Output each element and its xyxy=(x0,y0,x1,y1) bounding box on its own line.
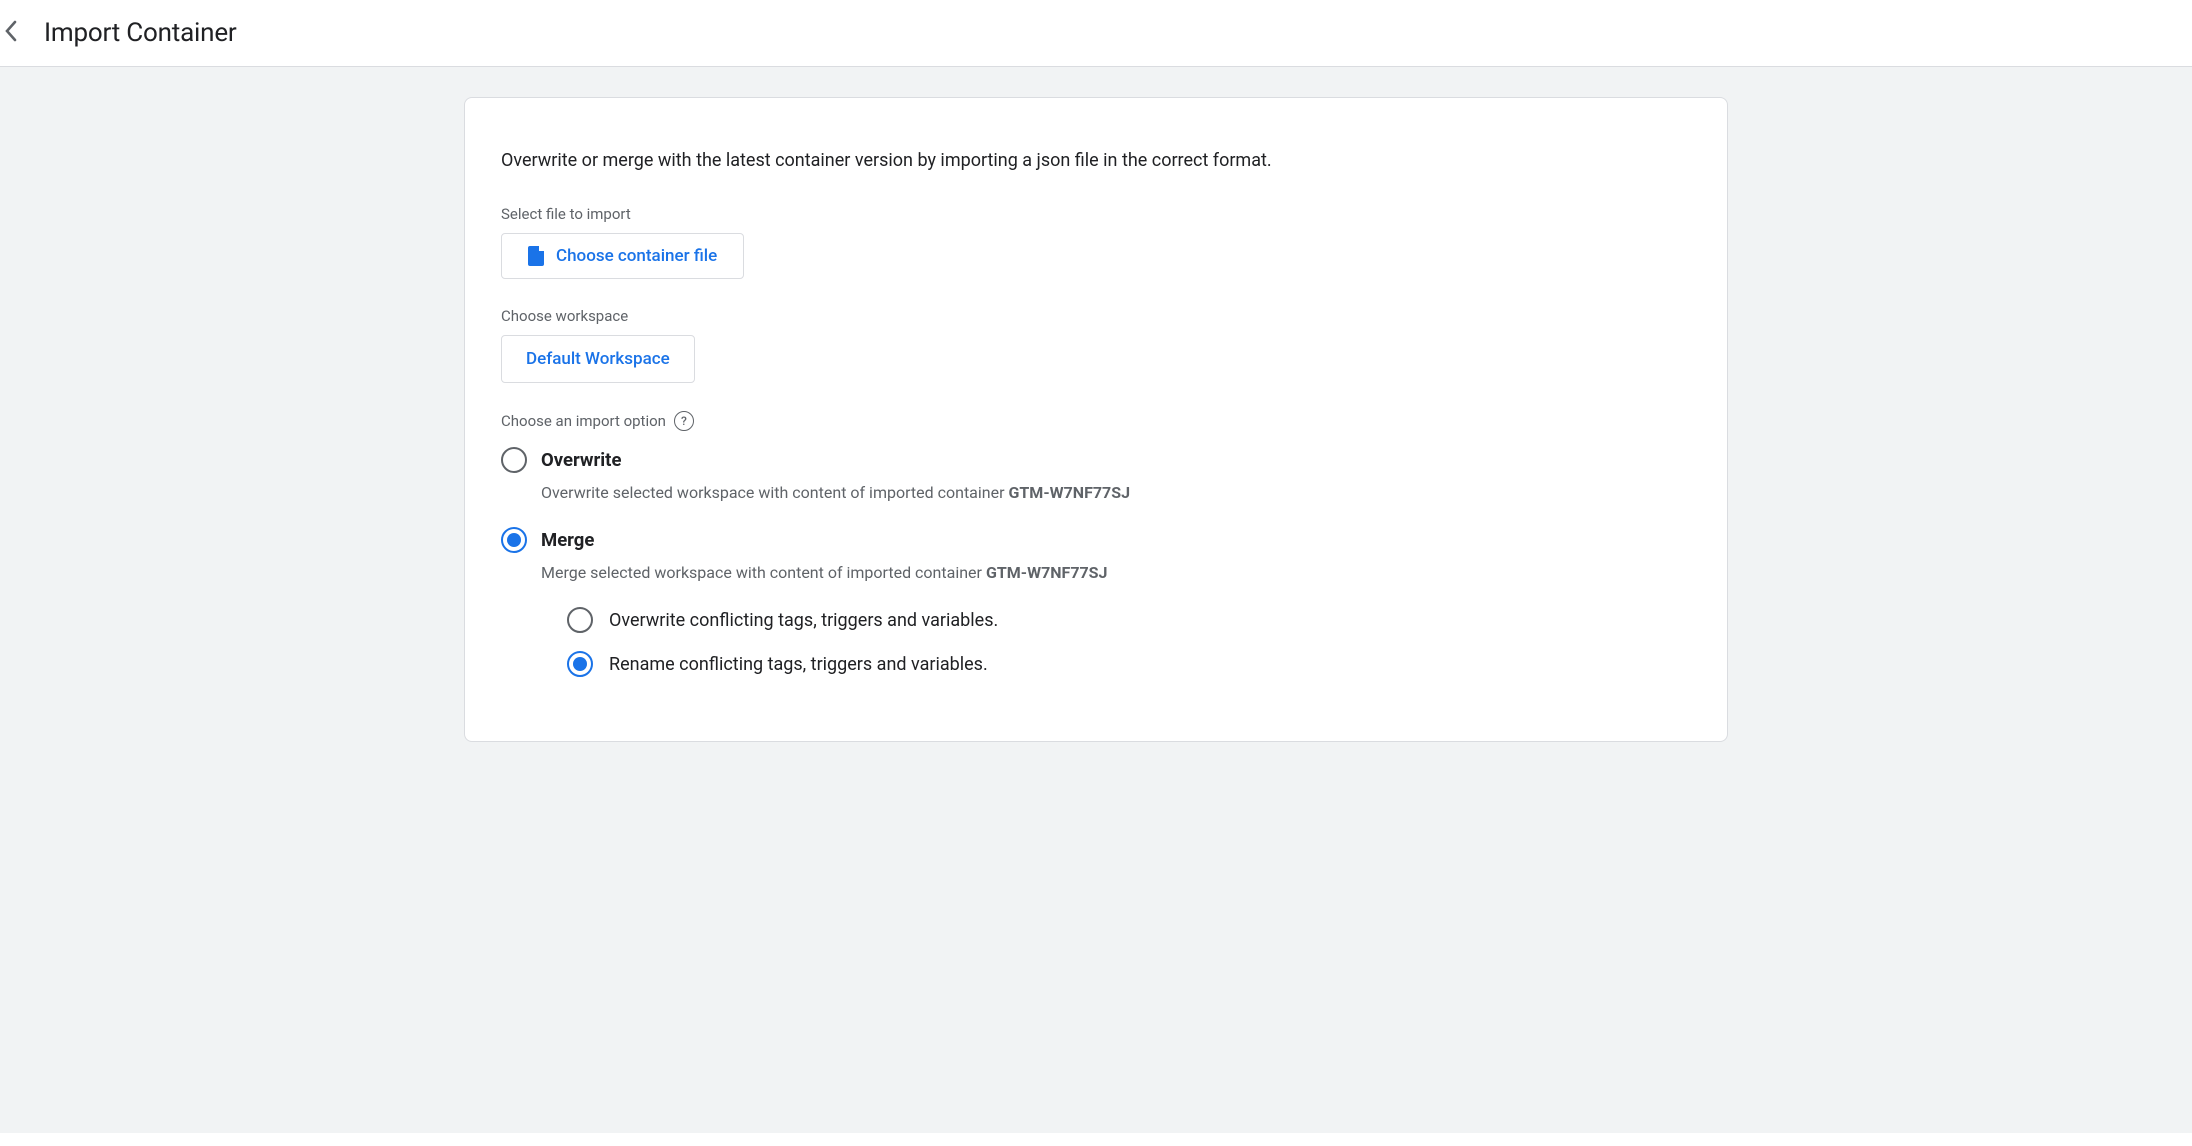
import-option-radio-group: Overwrite Overwrite selected workspace w… xyxy=(501,447,1691,677)
choose-file-label: Choose container file xyxy=(556,246,717,266)
choose-container-file-button[interactable]: Choose container file xyxy=(501,233,744,279)
radio-rename-conflicts-label: Rename conflicting tags, triggers and va… xyxy=(609,654,988,675)
close-icon[interactable] xyxy=(4,20,18,46)
page-title: Import Container xyxy=(44,18,237,48)
workspace-label: Default Workspace xyxy=(526,349,670,369)
select-file-label: Select file to import xyxy=(501,205,1691,223)
choose-workspace-label: Choose workspace xyxy=(501,307,1691,325)
import-option-label-text: Choose an import option xyxy=(501,412,666,430)
intro-text: Overwrite or merge with the latest conta… xyxy=(501,148,1691,173)
radio-overwrite[interactable]: Overwrite xyxy=(501,447,1691,473)
radio-overwrite-conflicts-control[interactable] xyxy=(567,607,593,633)
radio-overwrite-conflicts-label: Overwrite conflicting tags, triggers and… xyxy=(609,610,998,631)
radio-rename-conflicts-control[interactable] xyxy=(567,651,593,677)
help-icon[interactable]: ? xyxy=(674,411,694,431)
radio-rename-conflicts[interactable]: Rename conflicting tags, triggers and va… xyxy=(567,651,1691,677)
merge-sub-options: Overwrite conflicting tags, triggers and… xyxy=(567,607,1691,677)
workspace-select-button[interactable]: Default Workspace xyxy=(501,335,695,383)
radio-merge-control[interactable] xyxy=(501,527,527,553)
radio-overwrite-description: Overwrite selected workspace with conten… xyxy=(541,481,1691,505)
radio-merge-label: Merge xyxy=(541,527,594,553)
import-option-label: Choose an import option ? xyxy=(501,411,1691,431)
radio-overwrite-control[interactable] xyxy=(501,447,527,473)
radio-merge-description: Merge selected workspace with content of… xyxy=(541,561,1691,585)
header-bar: Import Container xyxy=(0,0,2192,67)
import-card: Overwrite or merge with the latest conta… xyxy=(464,97,1728,742)
file-icon xyxy=(528,246,546,266)
radio-merge[interactable]: Merge xyxy=(501,527,1691,553)
radio-overwrite-conflicts[interactable]: Overwrite conflicting tags, triggers and… xyxy=(567,607,1691,633)
radio-overwrite-label: Overwrite xyxy=(541,447,621,473)
content-area: Overwrite or merge with the latest conta… xyxy=(0,67,2192,1133)
